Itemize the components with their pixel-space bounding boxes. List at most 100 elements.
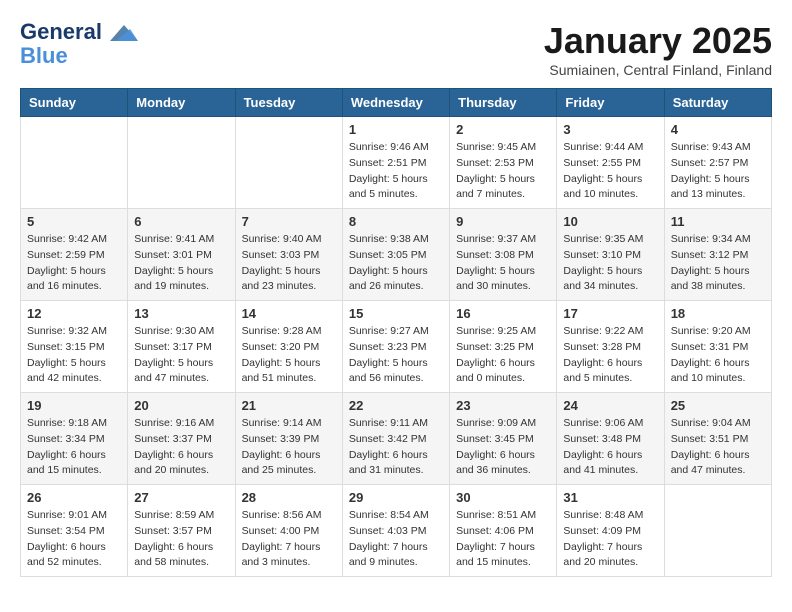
day-number: 12: [27, 306, 121, 321]
day-detail: Sunrise: 8:59 AM Sunset: 3:57 PM Dayligh…: [134, 508, 228, 571]
day-detail: Sunrise: 9:09 AM Sunset: 3:45 PM Dayligh…: [456, 416, 550, 479]
day-number: 5: [27, 214, 121, 229]
day-detail: Sunrise: 9:32 AM Sunset: 3:15 PM Dayligh…: [27, 324, 121, 387]
day-detail: Sunrise: 8:51 AM Sunset: 4:06 PM Dayligh…: [456, 508, 550, 571]
calendar-table: SundayMondayTuesdayWednesdayThursdayFrid…: [20, 88, 772, 577]
calendar-cell: 29 Sunrise: 8:54 AM Sunset: 4:03 PM Dayli…: [342, 485, 449, 577]
day-number: 17: [563, 306, 657, 321]
day-detail: Sunrise: 9:25 AM Sunset: 3:25 PM Dayligh…: [456, 324, 550, 387]
day-detail: Sunrise: 9:45 AM Sunset: 2:53 PM Dayligh…: [456, 140, 550, 203]
page-header: General Blue January 2025 Sumiainen, Cen…: [20, 20, 772, 78]
calendar-cell: 25 Sunrise: 9:04 AM Sunset: 3:51 PM Dayli…: [664, 393, 771, 485]
weekday-header-friday: Friday: [557, 89, 664, 117]
day-number: 7: [242, 214, 336, 229]
location-subtitle: Sumiainen, Central Finland, Finland: [544, 62, 772, 78]
day-detail: Sunrise: 9:43 AM Sunset: 2:57 PM Dayligh…: [671, 140, 765, 203]
day-number: 15: [349, 306, 443, 321]
day-number: 19: [27, 398, 121, 413]
calendar-cell: 19 Sunrise: 9:18 AM Sunset: 3:34 PM Dayli…: [21, 393, 128, 485]
day-detail: Sunrise: 8:56 AM Sunset: 4:00 PM Dayligh…: [242, 508, 336, 571]
day-number: 29: [349, 490, 443, 505]
weekday-header-monday: Monday: [128, 89, 235, 117]
weekday-header-wednesday: Wednesday: [342, 89, 449, 117]
calendar-cell: 16Sunrise: 9:25 AM Sunset: 3:25 PM Dayli…: [450, 301, 557, 393]
day-detail: Sunrise: 9:35 AM Sunset: 3:10 PM Dayligh…: [563, 232, 657, 295]
day-number: 8: [349, 214, 443, 229]
calendar-cell: 4 Sunrise: 9:43 AM Sunset: 2:57 PM Daylig…: [664, 117, 771, 209]
day-detail: Sunrise: 9:34 AM Sunset: 3:12 PM Dayligh…: [671, 232, 765, 295]
day-number: 11: [671, 214, 765, 229]
day-detail: Sunrise: 9:14 AM Sunset: 3:39 PM Dayligh…: [242, 416, 336, 479]
calendar-cell: 1 Sunrise: 9:46 AM Sunset: 2:51 PM Daylig…: [342, 117, 449, 209]
logo-line2: Blue: [20, 44, 138, 68]
day-detail: Sunrise: 9:40 AM Sunset: 3:03 PM Dayligh…: [242, 232, 336, 295]
logo: General Blue: [20, 20, 138, 68]
calendar-cell: 2Sunrise: 9:45 AM Sunset: 2:53 PM Daylig…: [450, 117, 557, 209]
calendar-cell: 17Sunrise: 9:22 AM Sunset: 3:28 PM Dayli…: [557, 301, 664, 393]
calendar-cell: 23 Sunrise: 9:09 AM Sunset: 3:45 PM Dayli…: [450, 393, 557, 485]
day-detail: Sunrise: 9:42 AM Sunset: 2:59 PM Dayligh…: [27, 232, 121, 295]
calendar-cell: 5 Sunrise: 9:42 AM Sunset: 2:59 PM Daylig…: [21, 209, 128, 301]
calendar-week-5: 26Sunrise: 9:01 AM Sunset: 3:54 PM Dayli…: [21, 485, 772, 577]
calendar-cell: [21, 117, 128, 209]
day-number: 23: [456, 398, 550, 413]
calendar-cell: 11 Sunrise: 9:34 AM Sunset: 3:12 PM Dayli…: [664, 209, 771, 301]
calendar-cell: 9Sunrise: 9:37 AM Sunset: 3:08 PM Daylig…: [450, 209, 557, 301]
day-detail: Sunrise: 9:06 AM Sunset: 3:48 PM Dayligh…: [563, 416, 657, 479]
day-detail: Sunrise: 9:46 AM Sunset: 2:51 PM Dayligh…: [349, 140, 443, 203]
day-detail: Sunrise: 9:18 AM Sunset: 3:34 PM Dayligh…: [27, 416, 121, 479]
day-detail: Sunrise: 9:30 AM Sunset: 3:17 PM Dayligh…: [134, 324, 228, 387]
calendar-cell: 28 Sunrise: 8:56 AM Sunset: 4:00 PM Dayli…: [235, 485, 342, 577]
calendar-cell: 18 Sunrise: 9:20 AM Sunset: 3:31 PM Dayli…: [664, 301, 771, 393]
calendar-cell: [128, 117, 235, 209]
day-detail: Sunrise: 9:41 AM Sunset: 3:01 PM Dayligh…: [134, 232, 228, 295]
day-detail: Sunrise: 9:44 AM Sunset: 2:55 PM Dayligh…: [563, 140, 657, 203]
calendar-cell: 24 Sunrise: 9:06 AM Sunset: 3:48 PM Dayli…: [557, 393, 664, 485]
day-number: 21: [242, 398, 336, 413]
day-number: 27: [134, 490, 228, 505]
day-number: 20: [134, 398, 228, 413]
day-number: 6: [134, 214, 228, 229]
weekday-header-tuesday: Tuesday: [235, 89, 342, 117]
day-number: 3: [563, 122, 657, 137]
calendar-cell: 31 Sunrise: 8:48 AM Sunset: 4:09 PM Dayli…: [557, 485, 664, 577]
calendar-week-3: 12 Sunrise: 9:32 AM Sunset: 3:15 PM Dayli…: [21, 301, 772, 393]
day-detail: Sunrise: 8:54 AM Sunset: 4:03 PM Dayligh…: [349, 508, 443, 571]
day-detail: Sunrise: 8:48 AM Sunset: 4:09 PM Dayligh…: [563, 508, 657, 571]
calendar-cell: [664, 485, 771, 577]
month-title: January 2025: [544, 20, 772, 62]
logo-line1: General: [20, 19, 102, 44]
day-detail: Sunrise: 9:27 AM Sunset: 3:23 PM Dayligh…: [349, 324, 443, 387]
day-detail: Sunrise: 9:20 AM Sunset: 3:31 PM Dayligh…: [671, 324, 765, 387]
day-number: 18: [671, 306, 765, 321]
day-number: 31: [563, 490, 657, 505]
day-number: 28: [242, 490, 336, 505]
logo-icon: [110, 23, 138, 43]
day-detail: Sunrise: 9:38 AM Sunset: 3:05 PM Dayligh…: [349, 232, 443, 295]
day-number: 10: [563, 214, 657, 229]
day-detail: Sunrise: 9:28 AM Sunset: 3:20 PM Dayligh…: [242, 324, 336, 387]
calendar-week-4: 19 Sunrise: 9:18 AM Sunset: 3:34 PM Dayli…: [21, 393, 772, 485]
day-number: 22: [349, 398, 443, 413]
calendar-cell: 8 Sunrise: 9:38 AM Sunset: 3:05 PM Daylig…: [342, 209, 449, 301]
calendar-cell: 12 Sunrise: 9:32 AM Sunset: 3:15 PM Dayli…: [21, 301, 128, 393]
weekday-header-sunday: Sunday: [21, 89, 128, 117]
day-detail: Sunrise: 9:37 AM Sunset: 3:08 PM Dayligh…: [456, 232, 550, 295]
weekday-header-row: SundayMondayTuesdayWednesdayThursdayFrid…: [21, 89, 772, 117]
calendar-cell: [235, 117, 342, 209]
day-number: 26: [27, 490, 121, 505]
day-number: 24: [563, 398, 657, 413]
calendar-cell: 14 Sunrise: 9:28 AM Sunset: 3:20 PM Dayli…: [235, 301, 342, 393]
day-detail: Sunrise: 9:04 AM Sunset: 3:51 PM Dayligh…: [671, 416, 765, 479]
title-block: January 2025 Sumiainen, Central Finland,…: [544, 20, 772, 78]
calendar-cell: 30 Sunrise: 8:51 AM Sunset: 4:06 PM Dayli…: [450, 485, 557, 577]
day-number: 30: [456, 490, 550, 505]
calendar-cell: 22 Sunrise: 9:11 AM Sunset: 3:42 PM Dayli…: [342, 393, 449, 485]
calendar-cell: 10 Sunrise: 9:35 AM Sunset: 3:10 PM Dayli…: [557, 209, 664, 301]
day-number: 25: [671, 398, 765, 413]
calendar-cell: 13Sunrise: 9:30 AM Sunset: 3:17 PM Dayli…: [128, 301, 235, 393]
day-detail: Sunrise: 9:11 AM Sunset: 3:42 PM Dayligh…: [349, 416, 443, 479]
day-number: 4: [671, 122, 765, 137]
day-number: 14: [242, 306, 336, 321]
day-number: 1: [349, 122, 443, 137]
